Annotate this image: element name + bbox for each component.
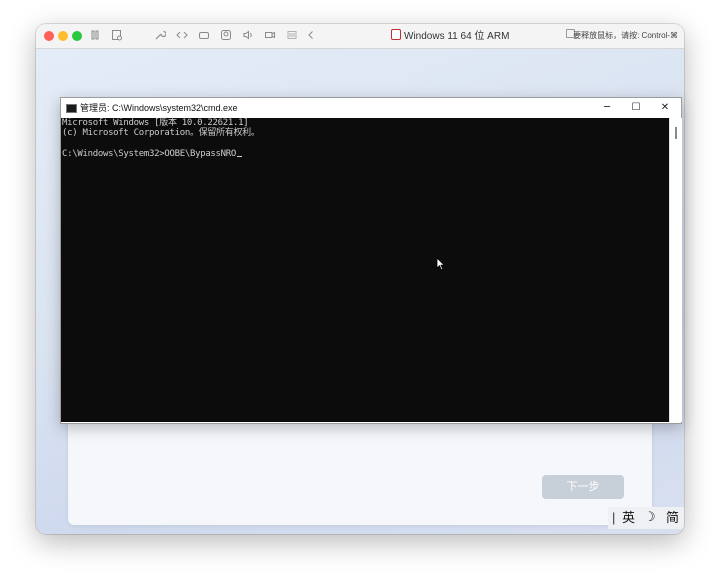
user-icon[interactable] xyxy=(220,28,232,44)
console-output[interactable]: Microsoft Windows [版本 10.0.22621.1] (c) … xyxy=(61,118,669,422)
next-button[interactable]: 下一步 xyxy=(542,475,624,499)
zoom-window-button[interactable] xyxy=(72,31,82,41)
config-icon[interactable] xyxy=(111,28,123,44)
chevron-left-icon[interactable] xyxy=(306,28,316,44)
console-command: C:\Windows\System32>OOBE\BypassNRO xyxy=(62,149,237,159)
moon-icon[interactable]: ☽ xyxy=(644,507,656,529)
cmd-minimize-button[interactable]: ─ xyxy=(593,99,621,117)
cmd-window: 管理员: C:\Windows\system32\cmd.exe ─ ☐ ✕ M… xyxy=(60,97,682,424)
mac-titlebar: Windows 11 64 位 ARM 要释放鼠标，请按: Control-⌘ xyxy=(36,24,684,49)
drive-icon[interactable] xyxy=(198,28,210,44)
ime-script-toggle[interactable]: 简 xyxy=(666,507,679,529)
speaker-icon[interactable] xyxy=(242,28,254,44)
camera-icon[interactable] xyxy=(264,28,276,44)
vm-icon xyxy=(391,29,401,40)
code-icon[interactable] xyxy=(176,28,188,44)
cmd-maximize-button[interactable]: ☐ xyxy=(622,99,650,117)
wrench-icon[interactable] xyxy=(154,28,167,44)
text-cursor xyxy=(237,156,243,157)
cmd-scrollbar[interactable] xyxy=(669,118,682,422)
cmd-title: 管理员: C:\Windows\system32\cmd.exe xyxy=(80,103,238,113)
mouse-pointer-icon xyxy=(436,257,446,276)
console-prompt-line: C:\Windows\System32>OOBE\BypassNRO xyxy=(62,149,243,160)
ime-mode-toggle[interactable]: 英 xyxy=(622,507,635,529)
release-mouse-hint: 要释放鼠标，请按: Control-⌘ xyxy=(573,31,678,40)
scroll-thumb[interactable] xyxy=(675,127,677,139)
window-title-text: Windows 11 64 位 ARM xyxy=(404,31,510,42)
window-title: Windows 11 64 位 ARM xyxy=(391,29,509,44)
cmd-titlebar[interactable]: 管理员: C:\Windows\system32\cmd.exe ─ ☐ ✕ xyxy=(61,98,681,118)
minimize-window-button[interactable] xyxy=(58,31,68,41)
ime-bar: | 英 ☽ 简 xyxy=(608,507,684,529)
pause-icon[interactable] xyxy=(90,28,100,44)
ime-divider-icon: | xyxy=(612,510,616,525)
list-icon[interactable] xyxy=(286,28,298,44)
cmd-close-button[interactable]: ✕ xyxy=(651,99,679,117)
console-line: (c) Microsoft Corporation。保留所有权利。 xyxy=(62,128,260,138)
cmd-app-icon xyxy=(66,104,77,113)
close-window-button[interactable] xyxy=(44,31,54,41)
